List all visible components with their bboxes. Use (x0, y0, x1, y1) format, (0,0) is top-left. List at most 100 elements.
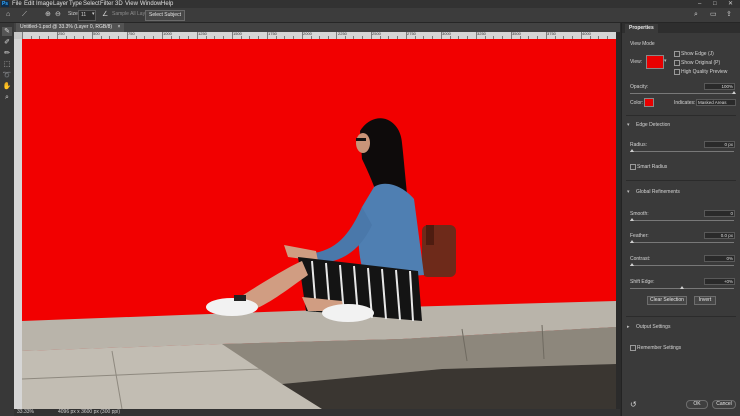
canvas[interactable] (22, 39, 616, 409)
edge-detection-section[interactable]: Edge Detection (636, 122, 670, 128)
brush-icon[interactable]: ✏ (2, 49, 12, 58)
menu-edit[interactable]: Edit (24, 0, 34, 8)
view-label: View: (630, 59, 643, 65)
workspace-icon[interactable]: ▭ (710, 10, 717, 19)
smooth-slider[interactable] (630, 220, 734, 221)
menu-layer[interactable]: Layer (53, 0, 68, 8)
menu-select[interactable]: Select (83, 0, 100, 8)
menu-file[interactable]: File (12, 0, 22, 8)
output-settings-section[interactable]: Output Settings (636, 324, 670, 330)
maximize-button[interactable]: □ (713, 0, 717, 8)
high-quality-preview-checkbox[interactable] (674, 69, 680, 75)
left-sneaker (206, 298, 258, 316)
face (356, 133, 370, 153)
tab-properties[interactable]: Properties (625, 24, 658, 33)
feather-field[interactable]: 0.0 px (704, 232, 735, 239)
zoom-icon[interactable]: ⌕ (2, 93, 12, 102)
minimize-button[interactable]: – (698, 0, 701, 8)
menu-window[interactable]: Window (140, 0, 161, 8)
smooth-slider-knob[interactable] (630, 218, 634, 221)
ruler-label: 500 (93, 32, 100, 36)
overlay-color-swatch[interactable] (644, 98, 654, 107)
object-selection-icon[interactable]: ⬚ (2, 60, 12, 69)
remember-settings-checkbox[interactable] (630, 345, 636, 351)
cancel-button[interactable]: Cancel (712, 400, 736, 409)
smooth-label: Smooth: (630, 211, 649, 217)
chevron-right-icon[interactable]: ▸ (627, 324, 630, 330)
ruler-label: 750 (128, 32, 135, 36)
chevron-down-icon[interactable]: ▾ (664, 58, 667, 64)
zoom-level[interactable]: 33.33% (17, 409, 34, 416)
share-icon[interactable]: ⇪ (726, 10, 732, 19)
invert-button[interactable]: Invert (694, 296, 716, 305)
brush-tool-icon[interactable]: ⟋ (22, 10, 27, 19)
vertical-ruler (14, 39, 22, 409)
view-mode-thumbnail[interactable] (646, 55, 664, 69)
subtract-mode-icon[interactable]: ⊖ (55, 10, 61, 19)
ruler-tick (302, 32, 303, 39)
document-dimensions: 4096 px x 3600 px (300 ppi) (58, 409, 120, 415)
lasso-icon[interactable]: ➰ (2, 71, 12, 80)
ruler-tick (267, 32, 268, 39)
ruler-tick (546, 32, 547, 39)
quick-selection-tool-icon[interactable]: ✎ (2, 27, 12, 36)
divider (626, 316, 736, 317)
tool-strip: ✎ ✐ ✏ ⬚ ➰ ✋ ⌕ (0, 23, 15, 416)
menu-3d[interactable]: 3D (115, 0, 123, 8)
opacity-field[interactable]: 100% (704, 83, 735, 90)
view-mode-heading: View Mode (630, 41, 655, 47)
shift-edge-field[interactable]: +0% (704, 278, 735, 285)
shift-edge-slider-knob[interactable] (680, 286, 684, 289)
document-tab-bar: Untitled-1.psd @ 33.3% (Layer 0, RGB/8) … (14, 23, 620, 32)
show-original-label: Show Original (P) (681, 60, 721, 66)
menu-bar: Ps File Edit Image Layer Type Select Fil… (0, 0, 740, 8)
search-icon[interactable]: ⌕ (694, 10, 698, 19)
ruler-tick (371, 32, 372, 39)
ruler-tick (441, 32, 442, 39)
document-tab[interactable]: Untitled-1.psd @ 33.3% (Layer 0, RGB/8) … (16, 23, 125, 32)
menu-type[interactable]: Type (69, 0, 82, 8)
divider (626, 115, 736, 116)
indicates-dropdown[interactable]: Masked Areas (696, 99, 736, 106)
show-edge-checkbox[interactable] (674, 51, 680, 57)
ruler-tick (511, 32, 512, 39)
chevron-down-icon[interactable]: ▾ (627, 189, 630, 195)
menu-view[interactable]: View (125, 0, 138, 8)
menu-help[interactable]: Help (161, 0, 173, 8)
refine-edge-brush-icon[interactable]: ✐ (2, 38, 12, 47)
contrast-field[interactable]: 0% (704, 255, 735, 262)
feather-slider[interactable] (630, 242, 734, 243)
ruler-tick (162, 32, 163, 39)
smart-radius-checkbox[interactable] (630, 164, 636, 170)
opacity-slider[interactable] (630, 93, 734, 94)
contrast-slider[interactable] (630, 265, 734, 266)
ruler-tick (581, 32, 582, 39)
smooth-field[interactable]: 0 (704, 210, 735, 217)
radius-slider[interactable] (630, 151, 734, 152)
close-tab-icon[interactable]: × (117, 24, 120, 30)
document-title: Untitled-1.psd @ 33.3% (Layer 0, RGB/8) (20, 24, 113, 30)
status-bar: 33.33% 4096 px x 3600 px (300 ppi) (14, 409, 620, 416)
contrast-slider-knob[interactable] (630, 263, 634, 266)
opacity-slider-knob[interactable] (732, 91, 736, 94)
chevron-down-icon[interactable]: ▾ (92, 10, 95, 19)
home-icon[interactable]: ⌂ (6, 10, 10, 19)
clear-selection-button[interactable]: Clear Selection (647, 296, 687, 305)
menu-filter[interactable]: Filter (100, 0, 113, 8)
hand-icon[interactable]: ✋ (2, 82, 12, 91)
ok-button[interactable]: OK (686, 400, 708, 409)
select-subject-button[interactable]: Select Subject (145, 10, 185, 21)
show-original-checkbox[interactable] (674, 60, 680, 66)
chevron-down-icon[interactable]: ▾ (627, 122, 630, 128)
close-window-button[interactable]: ✕ (728, 0, 733, 8)
radius-field[interactable]: 0 px (704, 141, 735, 148)
reset-icon[interactable]: ↺ (630, 400, 637, 409)
menu-image[interactable]: Image (36, 0, 53, 8)
radius-slider-knob[interactable] (630, 149, 634, 152)
add-mode-icon[interactable]: ⊕ (45, 10, 51, 19)
global-refinements-section[interactable]: Global Refinements (636, 189, 680, 195)
feather-slider-knob[interactable] (630, 240, 634, 243)
photo-with-red-mask-overlay (22, 39, 616, 409)
smart-radius-label: Smart Radius (637, 164, 668, 170)
divider (626, 180, 736, 181)
